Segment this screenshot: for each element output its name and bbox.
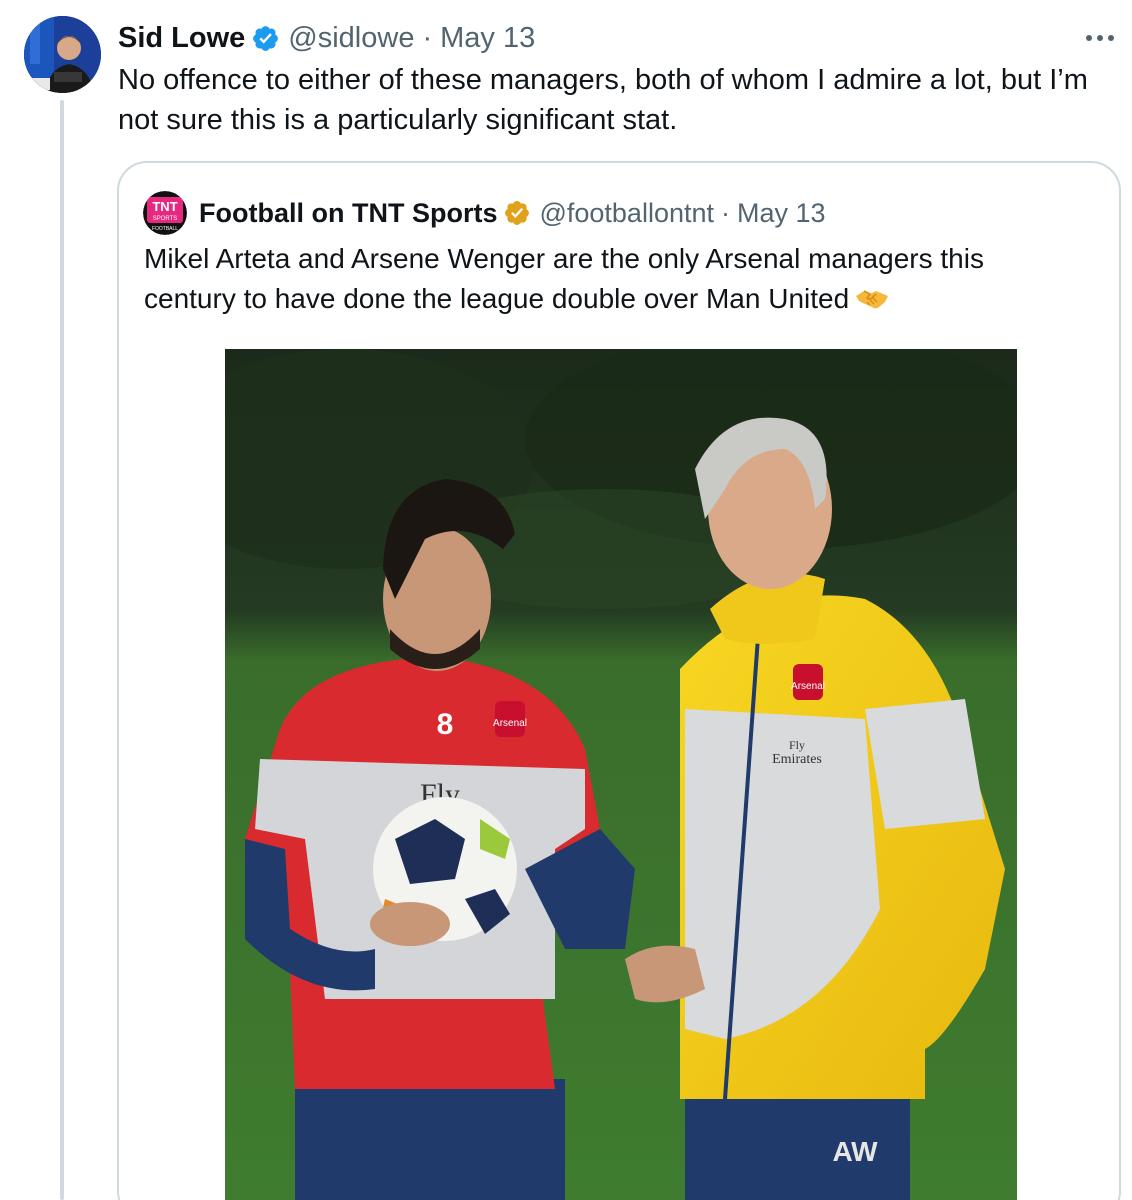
arteta-crest-text: Arsenal bbox=[493, 718, 527, 729]
tweet[interactable]: Sid Lowe @sidlowe · May 13 No offence to… bbox=[0, 0, 1132, 1200]
verified-badge-icon[interactable] bbox=[251, 24, 280, 53]
quoted-separator-dot: · bbox=[721, 198, 730, 228]
quoted-tweet-text-block: Mikel Arteta and Arsene Wenger are the o… bbox=[144, 239, 1074, 319]
quoted-author-name: Football on TNT Sports bbox=[199, 198, 498, 228]
quoted-tweet-header: TNT SPORTS FOOTBALL Football on TNT Spor… bbox=[143, 191, 826, 235]
quoted-author-handle: @footballontnt bbox=[539, 198, 714, 228]
quoted-tweet-card[interactable]: TNT SPORTS FOOTBALL Football on TNT Spor… bbox=[117, 161, 1121, 1200]
author-name[interactable]: Sid Lowe bbox=[118, 20, 245, 56]
quoted-author-avatar: TNT SPORTS FOOTBALL bbox=[143, 191, 187, 235]
wenger-initials: AW bbox=[832, 1136, 878, 1167]
tnt-logo-subtext: SPORTS bbox=[153, 216, 178, 222]
thread-connector-line bbox=[60, 100, 64, 1200]
arteta-shirt-number: 8 bbox=[437, 708, 454, 741]
tweet-text: No offence to either of these managers, … bbox=[118, 64, 1088, 136]
gold-verified-badge-icon bbox=[503, 199, 531, 227]
more-options-icon[interactable] bbox=[1082, 26, 1118, 50]
tnt-logo-text: TNT bbox=[152, 199, 177, 214]
tweet-date[interactable]: May 13 bbox=[440, 20, 535, 56]
wenger-crest-text: Arsenal bbox=[791, 681, 825, 692]
quoted-tweet-date: May 13 bbox=[737, 198, 826, 228]
tweet-photo[interactable]: Arsenal Fly Emirates AW Arsenal 8 Fly bbox=[225, 349, 1017, 1200]
author-avatar[interactable] bbox=[24, 16, 101, 93]
wenger-sponsor-line1: Fly bbox=[789, 738, 805, 752]
tnt-logo-football: FOOTBALL bbox=[152, 226, 178, 232]
separator-dot: · bbox=[422, 22, 433, 54]
tweet-header: Sid Lowe @sidlowe · May 13 bbox=[118, 20, 535, 56]
author-handle[interactable]: @sidlowe bbox=[288, 20, 414, 56]
handshake-icon bbox=[855, 281, 889, 309]
wenger-sponsor-line2: Emirates bbox=[772, 752, 822, 767]
